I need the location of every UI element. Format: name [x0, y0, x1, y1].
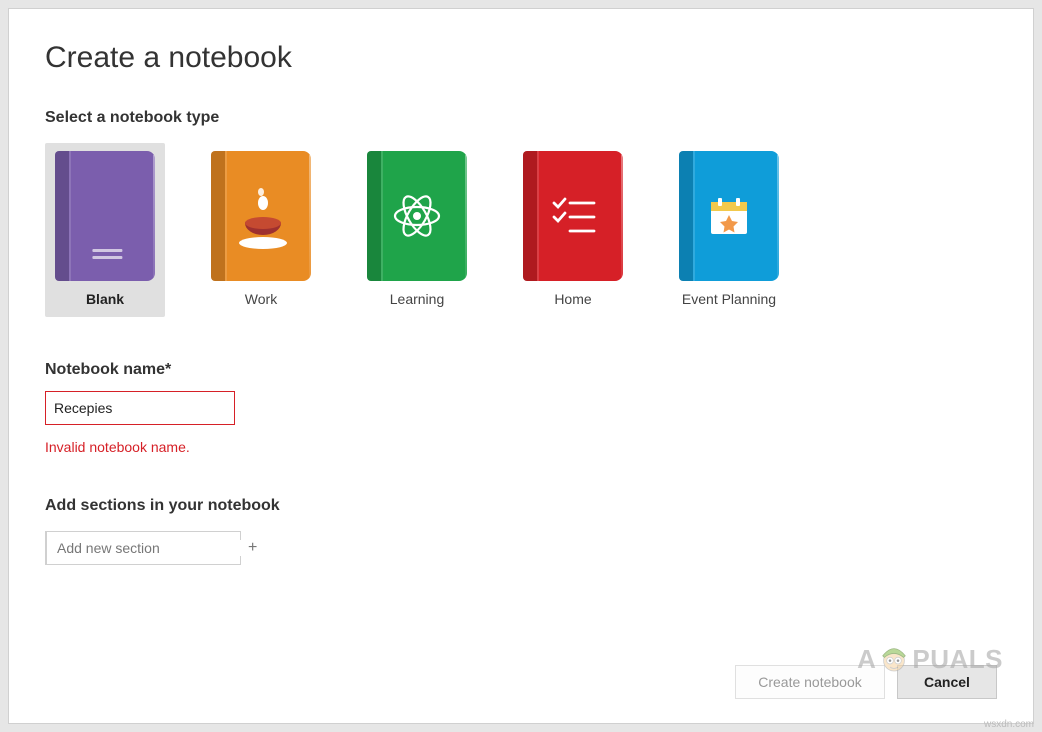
type-tile-work[interactable]: Work: [201, 143, 321, 317]
type-label: Work: [245, 291, 277, 307]
notebook-name-input[interactable]: [45, 391, 235, 425]
notebook-icon-work: [211, 151, 311, 281]
notebook-icon-learning: [367, 151, 467, 281]
checklist-icon: [548, 193, 598, 239]
type-label: Learning: [390, 291, 445, 307]
dialog-title: Create a notebook: [45, 41, 997, 75]
create-notebook-dialog: Create a notebook Select a notebook type…: [8, 8, 1034, 724]
cancel-button[interactable]: Cancel: [897, 665, 997, 699]
notebook-icon-event: [679, 151, 779, 281]
notebook-name-label: Notebook name*: [45, 361, 997, 379]
notebook-icon-home: [523, 151, 623, 281]
atom-icon: [387, 186, 447, 246]
type-tile-learning[interactable]: Learning: [357, 143, 477, 317]
notebook-type-list: Blank: [45, 143, 997, 317]
dialog-footer: Create notebook Cancel: [45, 665, 997, 699]
select-type-heading: Select a notebook type: [45, 109, 997, 127]
type-tile-blank[interactable]: Blank: [45, 143, 165, 317]
add-section-control[interactable]: +: [45, 531, 241, 565]
type-tile-event-planning[interactable]: Event Planning: [669, 143, 789, 317]
coffee-icon: [231, 181, 291, 251]
source-label: wsxdn.com: [984, 719, 1034, 730]
calendar-star-icon: [703, 190, 755, 242]
notebook-name-error: Invalid notebook name.: [45, 439, 997, 455]
notebook-name-section: Notebook name* Invalid notebook name.: [45, 361, 997, 455]
type-tile-home[interactable]: Home: [513, 143, 633, 317]
type-label: Home: [554, 291, 591, 307]
type-label: Event Planning: [682, 291, 776, 307]
type-label: Blank: [86, 291, 124, 307]
notebook-icon-blank: [55, 151, 155, 281]
add-sections-heading: Add sections in your notebook: [45, 497, 997, 515]
add-section-input[interactable]: [47, 540, 248, 556]
create-notebook-button[interactable]: Create notebook: [735, 665, 885, 699]
add-section-plus-icon[interactable]: +: [248, 539, 257, 557]
add-sections-block: Add sections in your notebook +: [45, 497, 997, 565]
